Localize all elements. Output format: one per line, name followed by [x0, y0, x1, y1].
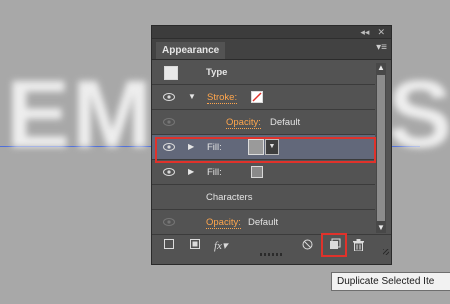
visibility-eye-icon[interactable] [163, 168, 175, 176]
delete-icon[interactable] [353, 239, 364, 254]
add-new-fill-icon[interactable] [190, 239, 200, 252]
visibility-eye-icon[interactable] [163, 93, 175, 101]
close-icon[interactable]: ✕ [377, 26, 385, 38]
stroke-swatch[interactable] [251, 91, 263, 103]
list-item-stroke[interactable]: ▼ Stroke: [152, 85, 375, 110]
canvas-text: EM S [6, 60, 450, 170]
list-item-characters[interactable]: Characters [152, 185, 375, 210]
list-item-stroke-opacity[interactable]: Opacity: Default [152, 110, 375, 135]
panel-grip[interactable] [260, 253, 284, 256]
scroll-up-icon[interactable]: ▲ [376, 63, 386, 73]
duplicate-button-highlight [321, 233, 347, 257]
expand-right-icon[interactable]: ▶ [188, 167, 194, 176]
characters-label: Characters [206, 192, 253, 203]
opacity-value: Default [270, 117, 301, 128]
list-item-fill[interactable]: ▶ Fill: [152, 160, 375, 185]
none-color-icon [252, 92, 262, 102]
scrollbar[interactable]: ▲ ▼ [376, 63, 386, 233]
collapse-icon[interactable]: ◂◂ [360, 26, 369, 38]
appearance-panel: ◂◂ ✕ Appearance ▾≡ Type ▼ Stroke: Opacit… [151, 25, 392, 265]
canvas-text-right: S [388, 61, 450, 168]
type-label: Type [206, 67, 228, 78]
clear-appearance-icon[interactable] [302, 239, 313, 253]
add-new-stroke-icon[interactable] [164, 239, 174, 252]
fx-label: fx [214, 240, 222, 252]
tab-appearance[interactable]: Appearance [156, 42, 226, 59]
panel-toolbar: fx▾ [152, 233, 391, 257]
type-thumbnail [164, 66, 178, 80]
panel-menu-icon[interactable]: ▾≡ [376, 42, 387, 53]
stroke-label[interactable]: Stroke: [207, 92, 238, 104]
scroll-down-icon[interactable]: ▼ [376, 223, 386, 233]
expand-down-icon[interactable]: ▼ [188, 92, 196, 101]
resize-handle[interactable] [383, 249, 389, 255]
list-item-type[interactable]: Type [152, 60, 375, 85]
fx-button[interactable]: fx▾ [214, 239, 227, 252]
opacity-value: Default [248, 217, 279, 228]
panel-tabbar: Appearance ▾≡ [152, 39, 391, 60]
fill-swatch[interactable] [251, 166, 263, 178]
fill-label: Fill: [207, 167, 222, 178]
list-item-characters-opacity[interactable]: Opacity: Default [152, 210, 375, 235]
visibility-eye-icon[interactable] [163, 118, 175, 126]
opacity-label[interactable]: Opacity: [206, 217, 241, 229]
opacity-label[interactable]: Opacity: [226, 117, 261, 129]
fill-row-highlight [155, 137, 376, 163]
panel-titlebar[interactable]: ◂◂ ✕ [152, 26, 391, 39]
scroll-thumb[interactable] [377, 75, 385, 221]
canvas-text-left: EM [6, 61, 154, 168]
visibility-eye-icon[interactable] [163, 218, 175, 226]
tooltip: Duplicate Selected Ite [331, 272, 450, 291]
